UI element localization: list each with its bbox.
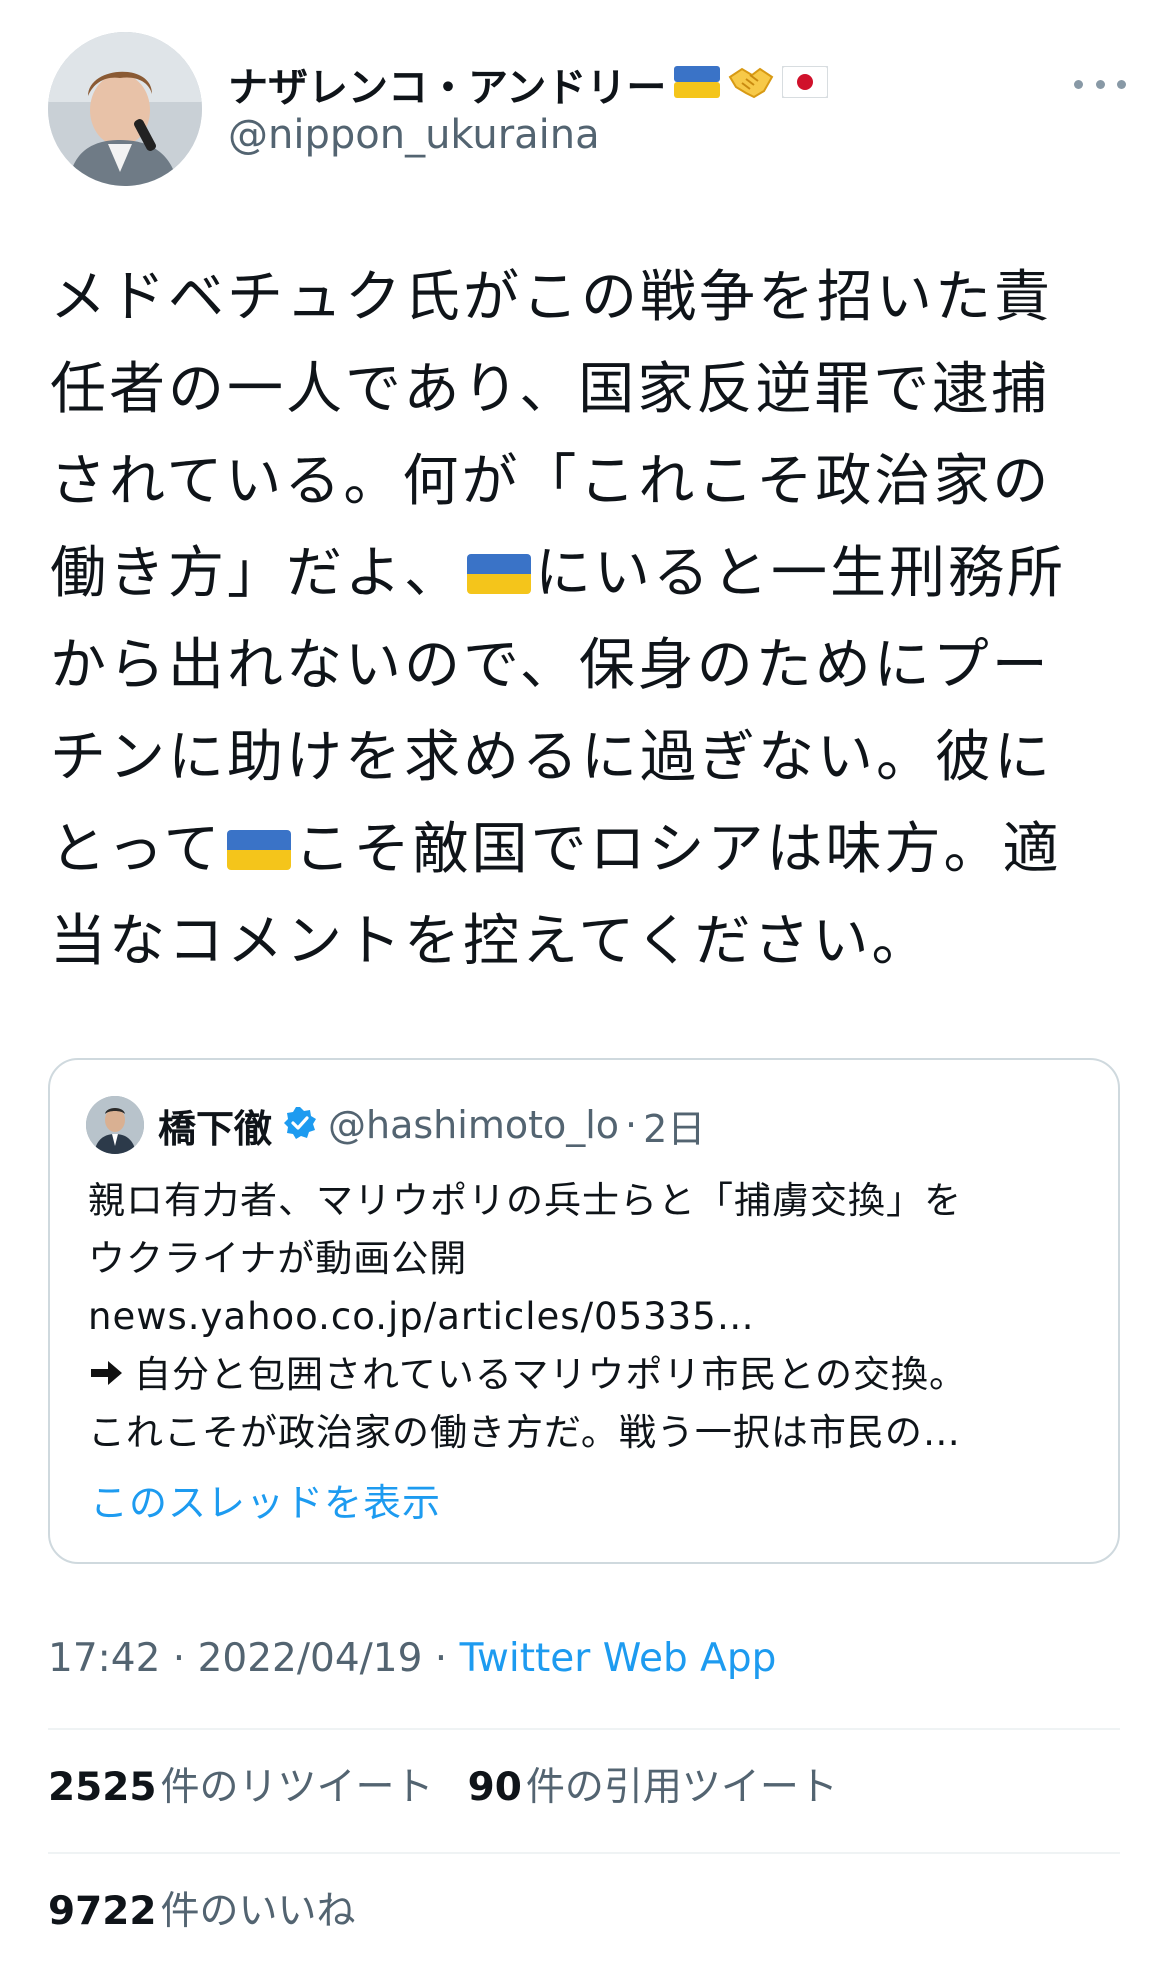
verified-badge-icon — [282, 1105, 318, 1145]
like-count: 9722 — [48, 1889, 157, 1934]
separator-dot: · — [422, 1636, 460, 1681]
retweets-stat[interactable]: 2525 件のリツイート — [48, 1765, 434, 1810]
right-arrow-icon — [88, 1350, 124, 1386]
quoted-tweet-card[interactable]: 橋下徹 @hashimoto_lo · 2日 親ロ有力者、マリウポリの兵士らと「… — [48, 1058, 1120, 1564]
author-handle[interactable]: @nippon_ukuraina — [228, 112, 600, 158]
tweet-line: 当なコメントを控えてください。 — [50, 909, 931, 974]
tweet-line: メドベチュク氏がこの戦争を招いた責 — [50, 265, 1053, 330]
tweet-meta: 17:42 · 2022/04/19 · Twitter Web App — [48, 1636, 776, 1681]
divider — [48, 1728, 1120, 1730]
retweet-quote-stats: 2525 件のリツイート 90 件の引用ツイート — [48, 1756, 838, 1812]
tweet-line: 任者の一人であり、国家反逆罪で逮捕 — [50, 357, 1051, 422]
quoted-line: 親ロ有力者、マリウポリの兵士らと「捕虜交換」を — [88, 1179, 962, 1222]
quotes-stat[interactable]: 90 件の引用ツイート — [468, 1765, 838, 1810]
dot — [1074, 79, 1083, 89]
quoted-line: ウクライナが動画公開 — [88, 1237, 468, 1280]
author-avatar[interactable] — [48, 32, 202, 186]
author-name-row[interactable]: ナザレンコ・アンドリー — [228, 55, 830, 113]
divider — [48, 1852, 1120, 1854]
quoted-tweet-header: 橋下徹 @hashimoto_lo · 2日 — [86, 1096, 705, 1154]
quoted-author-avatar[interactable] — [86, 1096, 144, 1154]
quoted-line: これこそが政治家の働き方だ。戦う一択は市民の… — [88, 1411, 961, 1454]
quoted-link: news.yahoo.co.jp/articles/05335… — [88, 1295, 755, 1338]
quote-label: 件の引用ツイート — [525, 1765, 838, 1810]
tweet-line: チンに助けを求めるに過ぎない。彼に — [50, 725, 1053, 790]
quoted-tweet-time[interactable]: 2日 — [643, 1098, 705, 1153]
handshake-icon — [728, 63, 774, 105]
quoted-line: 自分と包囲されているマリウポリ市民との交換。 — [88, 1346, 1088, 1404]
tweet-line: 働き方」だよ、 にいると一生刑務所 — [50, 541, 1066, 606]
retweet-count: 2525 — [48, 1765, 157, 1810]
quoted-author-handle[interactable]: @hashimoto_lo — [328, 1103, 619, 1147]
tweet-line: とって こそ敵国でロシアは味方。適 — [50, 817, 1062, 882]
ukraine-flag-icon — [226, 830, 291, 870]
ukraine-flag-icon — [467, 554, 531, 594]
like-label: 件のいいね — [160, 1889, 356, 1934]
likes-stat[interactable]: 9722 件のいいね — [48, 1889, 356, 1934]
tweet-detail: ナザレンコ・アンドリー @nippon_ukuraina メドベチュク氏がこの戦… — [0, 0, 1170, 1965]
more-options-icon[interactable] — [1074, 66, 1126, 102]
quote-count: 90 — [467, 1765, 522, 1810]
tweet-time[interactable]: 17:42 — [48, 1636, 160, 1681]
dot — [1095, 79, 1105, 89]
ukraine-flag-icon — [674, 66, 721, 102]
tweet-text: メドベチュク氏がこの戦争を招いた責 任者の一人であり、国家反逆罪で逮捕 されてい… — [50, 252, 1125, 988]
likes-stats: 9722 件のいいね — [48, 1880, 356, 1936]
separator-dot: · — [160, 1636, 198, 1681]
dot — [1117, 79, 1126, 89]
quoted-tweet-text: 親ロ有力者、マリウポリの兵士らと「捕虜交換」を ウクライナが動画公開 news.… — [88, 1172, 1088, 1462]
retweet-label: 件のリツイート — [160, 1765, 434, 1810]
japan-flag-icon — [781, 65, 830, 102]
show-thread-link[interactable]: このスレッドを表示 — [90, 1472, 441, 1527]
tweet-source-link[interactable]: Twitter Web App — [460, 1636, 777, 1681]
separator-dot: · — [625, 1103, 638, 1147]
tweet-line: から出れないので、保身のためにプー — [50, 633, 1051, 698]
quoted-author-name[interactable]: 橋下徹 — [158, 1098, 272, 1153]
author-name[interactable]: ナザレンコ・アンドリー — [228, 55, 666, 113]
tweet-date[interactable]: 2022/04/19 — [198, 1636, 423, 1681]
tweet-line: されている。何が「これこそ政治家の — [50, 449, 1052, 514]
